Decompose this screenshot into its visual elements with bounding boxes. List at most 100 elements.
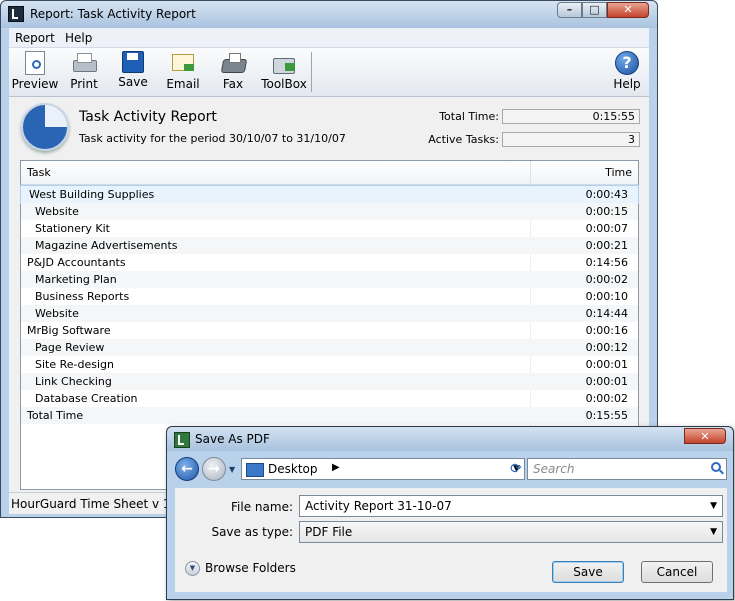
task-cell: Stationery Kit: [35, 222, 110, 235]
title-bar[interactable]: Report: Task Activity Report – □ ✕: [1, 1, 657, 28]
time-cell: 0:00:07: [585, 222, 628, 235]
table-row[interactable]: Stationery Kit 0:00:07: [21, 220, 638, 237]
search-icon[interactable]: [711, 462, 721, 472]
task-cell: Magazine Advertisements: [35, 239, 178, 252]
toolbar-separator: [311, 52, 312, 92]
table-row[interactable]: Total Time 0:15:55: [21, 407, 638, 424]
table-row[interactable]: MrBig Software 0:00:16: [21, 322, 638, 339]
forward-arrow-icon[interactable]: →: [202, 457, 226, 481]
save-type-dropdown-icon[interactable]: ▼: [710, 522, 717, 542]
time-cell: 0:14:56: [585, 256, 628, 269]
table-row[interactable]: Site Re-design 0:00:01: [21, 356, 638, 373]
save-type-label: Save as type:: [211, 525, 293, 539]
file-name-value: Activity Report 31-10-07: [305, 499, 452, 513]
maximize-button[interactable]: □: [582, 2, 607, 18]
file-name-dropdown-icon[interactable]: ▼: [710, 496, 717, 516]
app-icon: [8, 6, 24, 22]
address-bar[interactable]: Desktop ▶ ▼: [241, 458, 525, 480]
task-cell: West Building Supplies: [29, 188, 155, 201]
search-input[interactable]: Search: [527, 458, 727, 480]
navigation-bar: ← → ▼ Desktop ▶ ▼ ⟳ Search: [175, 456, 727, 484]
table-row[interactable]: Website 0:00:15: [21, 203, 638, 220]
pie-chart-icon: [21, 103, 69, 151]
file-name-field[interactable]: Activity Report 31-10-07 ▼: [299, 495, 723, 517]
close-icon: ✕: [623, 3, 633, 16]
time-cell: 0:00:15: [585, 205, 628, 218]
fax-button[interactable]: Fax: [209, 51, 257, 91]
dialog-cancel-button[interactable]: Cancel: [641, 561, 713, 583]
print-button[interactable]: Print: [60, 51, 108, 91]
time-cell: 0:00:02: [585, 392, 628, 405]
task-cell: Website: [35, 307, 79, 320]
save-type-select[interactable]: PDF File ▼: [299, 521, 723, 543]
time-cell: 0:14:44: [585, 307, 628, 320]
recent-locations-dropdown-icon[interactable]: ▼: [229, 465, 235, 474]
minimize-button[interactable]: –: [557, 2, 582, 18]
dialog-title: Save As PDF: [195, 432, 270, 446]
back-arrow-icon[interactable]: ←: [175, 457, 199, 481]
app-icon: [174, 432, 190, 448]
close-button[interactable]: ✕: [607, 2, 649, 18]
preview-button[interactable]: Preview: [11, 51, 59, 91]
table-row[interactable]: P&JD Accountants 0:14:56: [21, 254, 638, 271]
table-row[interactable]: Marketing Plan 0:00:02: [21, 271, 638, 288]
save-as-dialog: Save As PDF ✕ ← → ▼ Desktop ▶ ▼ ⟳ Search…: [166, 426, 734, 600]
time-cell: 0:00:16: [585, 324, 628, 337]
report-title: Task Activity Report: [79, 109, 217, 125]
floppy-disk-icon: [122, 51, 144, 73]
caption-buttons: – □ ✕: [557, 2, 649, 19]
table-row[interactable]: Database Creation 0:00:02: [21, 390, 638, 407]
table-row[interactable]: Page Review 0:00:12: [21, 339, 638, 356]
table-row[interactable]: Magazine Advertisements 0:00:21: [21, 237, 638, 254]
save-type-value: PDF File: [305, 525, 353, 539]
menu-help[interactable]: Help: [65, 31, 92, 45]
active-tasks-label: Active Tasks:: [428, 133, 499, 146]
fax-label: Fax: [222, 77, 244, 91]
total-time-value: 0:15:55: [502, 109, 640, 124]
status-text: HourGuard Time Sheet v 1.00: [11, 497, 190, 511]
toolbar: Preview Print Save Email Fax ToolBox ? H…: [9, 48, 649, 97]
preview-icon: [25, 51, 45, 75]
email-button[interactable]: Email: [159, 51, 207, 91]
menu-report[interactable]: Report: [15, 31, 55, 45]
column-divider[interactable]: [530, 161, 531, 184]
file-name-label: File name:: [231, 500, 293, 514]
maximize-icon: □: [589, 3, 600, 16]
task-cell: Total Time: [27, 409, 84, 422]
dialog-close-button[interactable]: ✕: [684, 428, 726, 444]
help-button[interactable]: ? Help: [603, 51, 651, 91]
task-cell: Page Review: [35, 341, 105, 354]
address-location[interactable]: Desktop: [268, 462, 318, 476]
toolbox-button[interactable]: ToolBox: [260, 51, 308, 91]
column-header-task[interactable]: Task: [27, 166, 51, 179]
email-label: Email: [166, 77, 200, 91]
table-row[interactable]: West Building Supplies 0:00:43: [20, 185, 639, 204]
save-button[interactable]: Save: [109, 51, 157, 89]
fax-icon: [221, 51, 245, 75]
time-cell: 0:00:43: [585, 188, 628, 201]
table-row[interactable]: Business Reports 0:00:10: [21, 288, 638, 305]
refresh-icon[interactable]: ⟳: [505, 458, 527, 480]
dialog-title-bar[interactable]: Save As PDF ✕: [167, 427, 733, 451]
table-row[interactable]: Website 0:14:44: [21, 305, 638, 322]
time-cell: 0:00:21: [585, 239, 628, 252]
minimize-icon: –: [566, 3, 573, 16]
print-label: Print: [70, 77, 98, 91]
time-cell: 0:00:01: [585, 375, 628, 388]
time-cell: 0:00:10: [585, 290, 628, 303]
dialog-save-button[interactable]: Save: [552, 561, 624, 583]
column-header-time[interactable]: Time: [605, 166, 632, 179]
toolbox-icon: [272, 51, 296, 75]
help-icon: ?: [615, 51, 639, 75]
save-label: Save: [118, 75, 148, 89]
task-cell: Website: [35, 205, 79, 218]
search-placeholder: Search: [533, 462, 575, 476]
table-rows: West Building Supplies 0:00:43 Website 0:00…: [20, 185, 639, 424]
report-subtitle: Task activity for the period 30/10/07 to…: [79, 132, 346, 145]
breadcrumb-chevron-icon[interactable]: ▶: [332, 462, 340, 473]
printer-icon: [72, 51, 97, 75]
table-row[interactable]: Link Checking 0:00:01: [21, 373, 638, 390]
time-cell: 0:00:12: [585, 341, 628, 354]
email-icon: [171, 51, 195, 75]
toolbox-label: ToolBox: [261, 77, 307, 91]
